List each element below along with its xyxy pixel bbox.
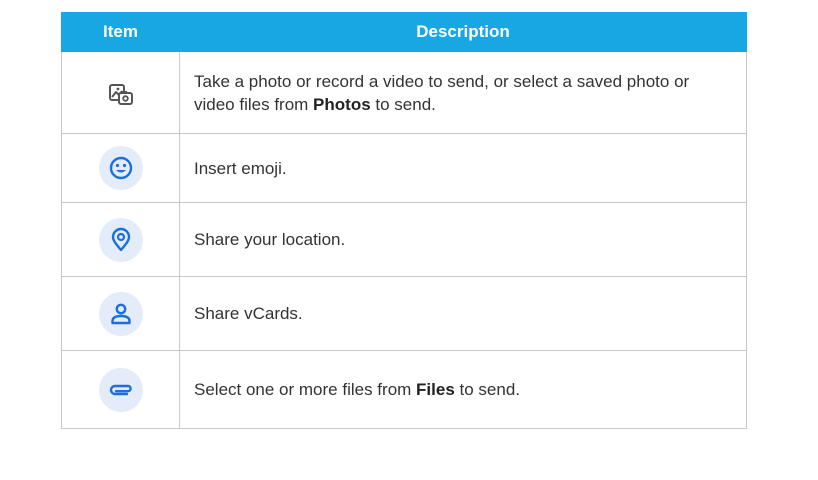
item-cell — [61, 350, 180, 429]
header-row: Item Description — [61, 12, 747, 52]
header-item: Item — [61, 12, 180, 52]
description-cell: Take a photo or record a video to send, … — [179, 51, 747, 134]
paperclip-icon — [98, 367, 143, 412]
description-cell: Share your location. — [179, 202, 747, 277]
item-description-table: Item Description Take a photo or record — [61, 12, 747, 429]
contact-person-icon — [98, 291, 143, 336]
attachment-options-table: Item Description Take a photo or record — [61, 12, 747, 429]
description-cell: Select one or more files from Files to s… — [179, 350, 747, 429]
table-row: Select one or more files from Files to s… — [61, 350, 747, 429]
item-cell — [61, 202, 180, 277]
table-row: Take a photo or record a video to send, … — [61, 51, 747, 134]
table-row: Insert emoji. — [61, 133, 747, 203]
item-cell — [61, 276, 180, 351]
gallery-camera-icon — [99, 71, 143, 115]
location-pin-icon — [98, 217, 143, 262]
item-cell — [61, 51, 180, 134]
description-cell: Share vCards. — [179, 276, 747, 351]
emoji-icon — [98, 146, 143, 190]
table-row: Share vCards. — [61, 276, 747, 351]
header-description: Description — [179, 12, 747, 52]
table-row: Share your location. — [61, 202, 747, 277]
description-cell: Insert emoji. — [179, 133, 747, 203]
item-cell — [61, 133, 180, 203]
